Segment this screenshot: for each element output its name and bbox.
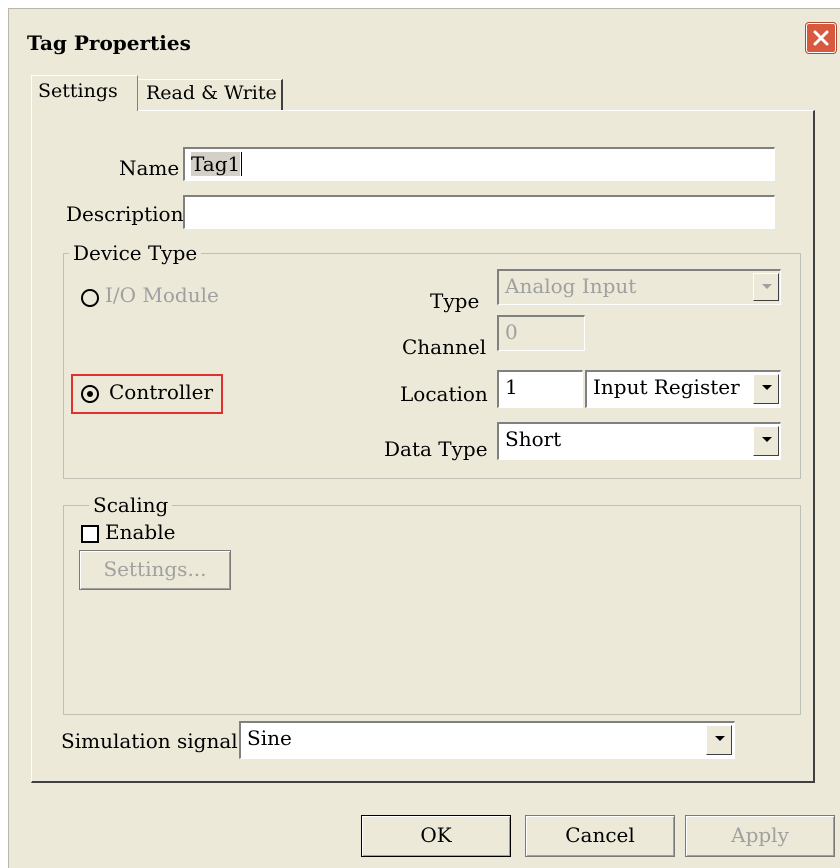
scaling-enable-label: Enable	[105, 520, 176, 544]
chevron-down-icon	[762, 385, 772, 390]
name-label: Name	[119, 156, 180, 180]
channel-field[interactable]: 0	[497, 315, 585, 351]
radio-dot-icon	[86, 390, 93, 397]
chevron-down-icon	[715, 736, 725, 741]
name-value: Tag1	[191, 152, 241, 176]
location-label: Location	[400, 382, 488, 406]
cancel-button[interactable]: Cancel	[525, 815, 675, 857]
tab-read-write[interactable]: Read & Write	[138, 79, 283, 111]
chevron-down-icon	[762, 437, 772, 442]
io-module-label: I/O Module	[105, 283, 219, 307]
tab-settings[interactable]: Settings	[31, 75, 138, 111]
dialog-title: Tag Properties	[27, 31, 191, 55]
apply-button[interactable]: Apply	[685, 815, 835, 857]
close-icon	[813, 30, 829, 46]
scaling-enable-checkbox[interactable]	[81, 525, 99, 543]
controller-label: Controller	[109, 380, 214, 404]
io-module-radio[interactable]	[81, 289, 99, 307]
simulation-dropdown-button[interactable]	[706, 725, 732, 755]
type-label: Type	[430, 289, 480, 313]
tag-properties-dialog: Tag Properties Settings Read & Write Nam…	[8, 8, 840, 868]
device-type-legend: Device Type	[69, 241, 202, 265]
channel-label: Channel	[402, 335, 487, 359]
location-field[interactable]: 1	[497, 370, 583, 408]
description-field[interactable]	[183, 195, 775, 229]
type-value: Analog Input	[505, 274, 637, 298]
controller-radio[interactable]	[81, 385, 99, 403]
data-type-value: Short	[505, 427, 562, 451]
scaling-settings-button[interactable]: Settings...	[79, 550, 231, 590]
simulation-signal-label: Simulation signal	[61, 729, 238, 753]
register-value: Input Register	[593, 375, 740, 399]
ok-button[interactable]: OK	[361, 815, 511, 857]
data-type-label: Data Type	[384, 437, 488, 461]
data-type-select[interactable]: Short	[497, 422, 781, 460]
title-bar: Tag Properties	[9, 9, 840, 67]
description-label: Description	[66, 202, 184, 226]
scaling-legend: Scaling	[89, 493, 173, 517]
simulation-signal-select[interactable]: Sine	[239, 721, 735, 759]
close-button[interactable]	[806, 23, 836, 53]
name-field[interactable]: Tag1	[183, 147, 775, 181]
data-type-dropdown-button[interactable]	[753, 426, 779, 456]
simulation-signal-value: Sine	[247, 726, 292, 750]
chevron-down-icon	[762, 284, 772, 289]
type-dropdown-button[interactable]	[753, 273, 779, 301]
register-dropdown-button[interactable]	[753, 374, 779, 404]
type-select[interactable]: Analog Input	[497, 269, 781, 305]
register-select[interactable]: Input Register	[585, 370, 781, 408]
